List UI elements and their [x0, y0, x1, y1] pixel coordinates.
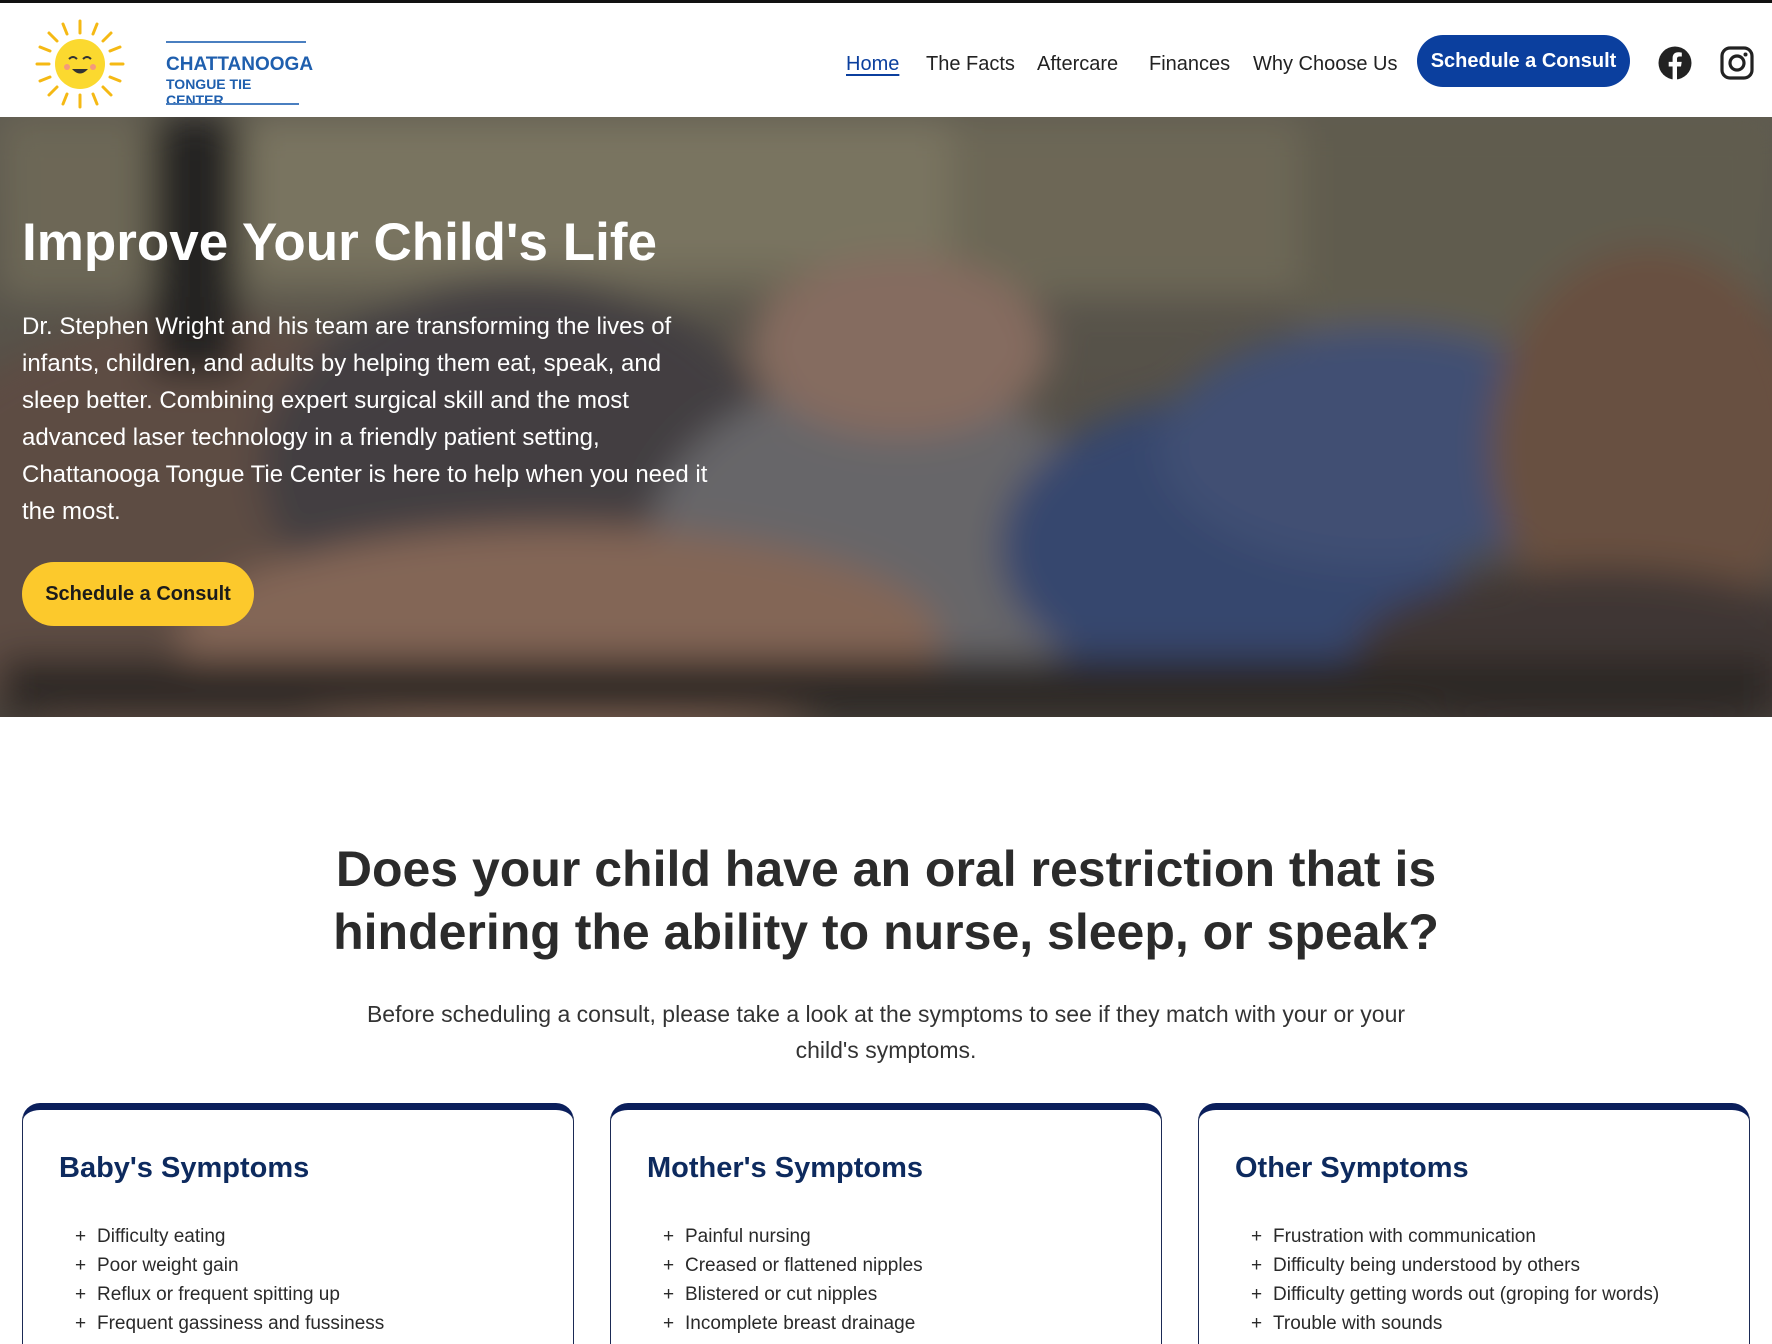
- list-item: Trouble with sounds: [1251, 1309, 1659, 1338]
- site-logo[interactable]: CHATTANOOGA TONGUE TIE CENTER: [34, 17, 313, 109]
- list-item: Reflux or frequent spitting up: [75, 1280, 384, 1309]
- symptoms-heading: Does your child have an oral restriction…: [333, 841, 1439, 960]
- list-item: Difficulty eating: [75, 1222, 384, 1251]
- facebook-icon[interactable]: [1658, 46, 1692, 80]
- card-title: Baby's Symptoms: [59, 1152, 310, 1184]
- mother-symptoms-card: Mother's Symptoms Painful nursing Crease…: [610, 1103, 1162, 1344]
- list-item: Creased or flattened nipples: [663, 1251, 923, 1280]
- hero-schedule-consult-button[interactable]: Schedule a Consult: [22, 562, 254, 626]
- hero-title: Improve Your Child's Life: [22, 213, 657, 272]
- nav-why-choose-us[interactable]: Why Choose Us: [1253, 47, 1398, 81]
- card-title: Mother's Symptoms: [647, 1152, 923, 1184]
- symptoms-subtitle: Before scheduling a consult, please take…: [366, 1001, 1406, 1063]
- brand-underline: [166, 103, 299, 105]
- baby-symptoms-card: Baby's Symptoms Difficulty eating Poor w…: [22, 1103, 574, 1344]
- nav-aftercare[interactable]: Aftercare: [1037, 47, 1118, 81]
- schedule-consult-button[interactable]: Schedule a Consult: [1417, 35, 1630, 87]
- symptom-list: Frustration with communication Difficult…: [1251, 1222, 1659, 1338]
- card-title: Other Symptoms: [1235, 1152, 1469, 1184]
- list-item: Incomplete breast drainage: [663, 1309, 923, 1338]
- symptom-list: Difficulty eating Poor weight gain Reflu…: [75, 1222, 384, 1338]
- list-item: Painful nursing: [663, 1222, 923, 1251]
- symptom-list: Painful nursing Creased or flattened nip…: [663, 1222, 923, 1338]
- nav-finances[interactable]: Finances: [1149, 47, 1230, 81]
- list-item: Blistered or cut nipples: [663, 1280, 923, 1309]
- nav-the-facts[interactable]: The Facts: [926, 47, 1015, 81]
- brand-line1: CHATTANOOGA: [166, 41, 313, 76]
- other-symptoms-card: Other Symptoms Frustration with communic…: [1198, 1103, 1750, 1344]
- site-header: CHATTANOOGA TONGUE TIE CENTER Home The F…: [0, 3, 1772, 117]
- hero-description: Dr. Stephen Wright and his team are tran…: [22, 313, 708, 525]
- list-item: Difficulty being understood by others: [1251, 1251, 1659, 1280]
- nav-home[interactable]: Home: [846, 47, 899, 81]
- smiling-sun-icon: [35, 19, 125, 109]
- instagram-icon[interactable]: [1720, 46, 1754, 80]
- list-item: Difficulty getting words out (groping fo…: [1251, 1280, 1659, 1309]
- list-item: Poor weight gain: [75, 1251, 384, 1280]
- hero-section: Improve Your Child's Life Dr. Stephen Wr…: [0, 117, 1772, 717]
- list-item: Frequent gassiness and fussiness: [75, 1309, 384, 1338]
- list-item: Frustration with communication: [1251, 1222, 1659, 1251]
